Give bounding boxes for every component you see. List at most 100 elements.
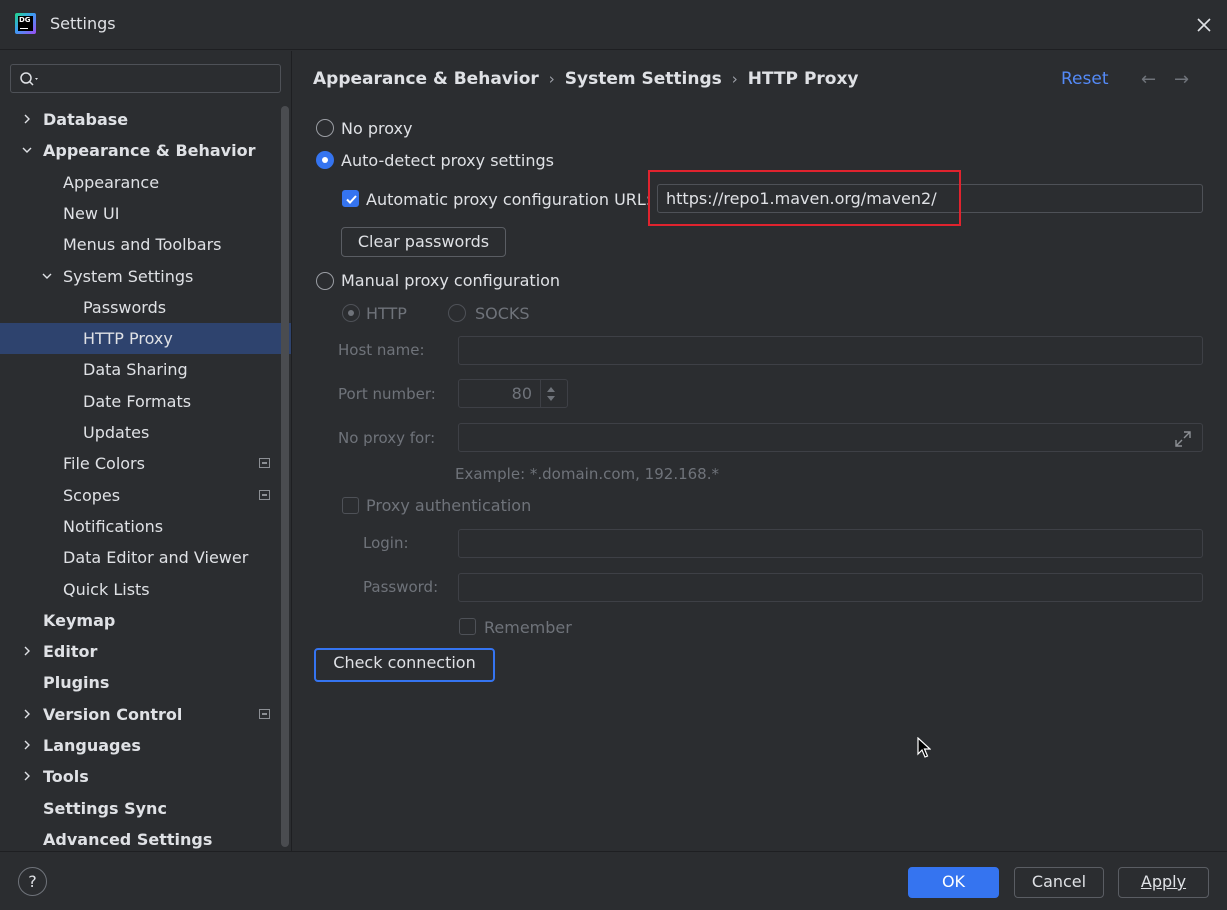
- auto-config-url-checkbox[interactable]: [342, 190, 359, 207]
- sidebar-item-version-control[interactable]: Version Control: [0, 699, 291, 730]
- password-label: Password:: [363, 578, 439, 596]
- sidebar-item-updates[interactable]: Updates: [0, 417, 291, 448]
- host-name-label: Host name:: [338, 341, 425, 359]
- sidebar-item-notifications[interactable]: Notifications: [0, 511, 291, 542]
- sidebar-item-appearance[interactable]: Appearance: [0, 167, 291, 198]
- http-label: HTTP: [366, 304, 407, 323]
- auto-config-url-label: Automatic proxy configuration URL:: [366, 190, 652, 209]
- breadcrumb-separator: ›: [548, 70, 555, 88]
- sidebar-item-quick-lists[interactable]: Quick Lists: [0, 574, 291, 605]
- ok-button[interactable]: OK: [908, 867, 999, 898]
- sidebar-item-label: HTTP Proxy: [83, 329, 173, 348]
- sidebar-item-system-settings[interactable]: System Settings: [0, 261, 291, 292]
- sidebar-item-label: Tools: [43, 767, 89, 786]
- chevron-right-icon[interactable]: [21, 645, 33, 657]
- chevron-right-icon[interactable]: [21, 770, 33, 782]
- sidebar-item-tools[interactable]: Tools: [0, 761, 291, 792]
- sidebar-item-keymap[interactable]: Keymap: [0, 605, 291, 636]
- check-connection-button[interactable]: Check connection: [314, 648, 495, 682]
- spinner-divider: [540, 380, 541, 407]
- sidebar-item-scopes[interactable]: Scopes: [0, 480, 291, 511]
- clear-passwords-button[interactable]: Clear passwords: [341, 227, 506, 257]
- no-proxy-for-input[interactable]: [458, 423, 1203, 452]
- sidebar-item-new-ui[interactable]: New UI: [0, 198, 291, 229]
- sidebar-item-data-sharing[interactable]: Data Sharing: [0, 354, 291, 385]
- search-field[interactable]: [10, 64, 281, 93]
- cancel-button[interactable]: Cancel: [1014, 867, 1104, 898]
- forward-arrow-icon[interactable]: →: [1174, 69, 1189, 90]
- title-bar: DG Settings: [0, 0, 1227, 50]
- apply-button[interactable]: Apply: [1118, 867, 1209, 898]
- sidebar-item-languages[interactable]: Languages: [0, 730, 291, 761]
- sidebar-item-label: Appearance & Behavior: [43, 141, 256, 160]
- socks-radio[interactable]: [448, 304, 466, 322]
- login-label: Login:: [363, 534, 409, 552]
- sidebar-item-label: Notifications: [63, 517, 164, 536]
- chevron-down-icon[interactable]: [21, 144, 33, 156]
- no-proxy-radio[interactable]: [316, 119, 334, 137]
- sidebar-item-date-formats[interactable]: Date Formats: [0, 386, 291, 417]
- remember-checkbox[interactable]: [459, 618, 476, 635]
- highlight-annotation-box: [648, 170, 961, 226]
- sidebar-item-http-proxy[interactable]: HTTP Proxy: [0, 323, 291, 354]
- sidebar-item-label: Passwords: [83, 298, 167, 317]
- sidebar-item-file-colors[interactable]: File Colors: [0, 448, 291, 479]
- manual-proxy-radio[interactable]: [316, 272, 334, 290]
- host-name-input[interactable]: [458, 336, 1203, 365]
- chevron-right-icon[interactable]: [21, 113, 33, 125]
- expand-icon[interactable]: [1174, 430, 1192, 448]
- search-input[interactable]: [45, 68, 275, 89]
- breadcrumb-system-settings[interactable]: System Settings: [565, 69, 722, 89]
- sidebar-item-label: Data Sharing: [83, 360, 188, 379]
- login-input[interactable]: [458, 529, 1203, 558]
- sidebar-item-data-editor-and-viewer[interactable]: Data Editor and Viewer: [0, 542, 291, 573]
- mouse-cursor-icon: [917, 737, 931, 758]
- help-button[interactable]: ?: [18, 867, 47, 896]
- sidebar-scrollbar[interactable]: [281, 106, 289, 847]
- sidebar-item-label: Editor: [43, 642, 98, 661]
- reset-link[interactable]: Reset: [1061, 69, 1109, 89]
- proxy-auth-label: Proxy authentication: [366, 496, 532, 515]
- sidebar-item-menus-and-toolbars[interactable]: Menus and Toolbars: [0, 229, 291, 260]
- settings-sidebar: Database Appearance & Behavior Appearance N…: [0, 51, 291, 851]
- no-proxy-example-text: Example: *.domain.com, 192.168.*: [455, 465, 719, 483]
- apply-button-label: Apply: [1140, 872, 1187, 891]
- breadcrumb-http-proxy: HTTP Proxy: [747, 69, 859, 89]
- password-input[interactable]: [458, 573, 1203, 602]
- chevron-right-icon[interactable]: [21, 739, 33, 751]
- sidebar-item-label: Appearance: [63, 173, 160, 192]
- auto-detect-label: Auto-detect proxy settings: [341, 151, 554, 170]
- no-proxy-label: No proxy: [341, 119, 413, 138]
- proxy-auth-checkbox[interactable]: [342, 497, 359, 514]
- sidebar-item-plugins[interactable]: Plugins: [0, 667, 291, 698]
- sidebar-item-passwords[interactable]: Passwords: [0, 292, 291, 323]
- dialog-footer: ? OK Cancel Apply: [0, 851, 1227, 910]
- sidebar-item-label: Plugins: [43, 673, 110, 692]
- window-title: Settings: [50, 14, 116, 33]
- close-icon[interactable]: [1193, 14, 1215, 36]
- breadcrumb-appearance-behavior[interactable]: Appearance & Behavior: [313, 69, 539, 89]
- http-radio[interactable]: [342, 304, 360, 322]
- sidebar-item-database[interactable]: Database: [0, 104, 291, 135]
- checkmark-icon: [346, 195, 357, 204]
- spinner-arrows-icon[interactable]: [545, 384, 557, 404]
- sidebar-item-label: System Settings: [63, 267, 194, 286]
- sidebar-item-label: Date Formats: [83, 392, 192, 411]
- sidebar-item-label: Updates: [83, 423, 150, 442]
- back-arrow-icon[interactable]: ←: [1141, 69, 1156, 90]
- sidebar-item-editor[interactable]: Editor: [0, 636, 291, 667]
- sidebar-item-label: New UI: [63, 204, 120, 223]
- chevron-right-icon[interactable]: [21, 708, 33, 720]
- sidebar-item-settings-sync[interactable]: Settings Sync: [0, 793, 291, 824]
- app-logo-icon: DG: [15, 13, 36, 34]
- no-proxy-for-label: No proxy for:: [338, 429, 436, 447]
- sidebar-item-label: Data Editor and Viewer: [63, 548, 249, 567]
- project-level-icon: [259, 709, 270, 719]
- breadcrumb: Appearance & Behavior › System Settings › HT…: [313, 69, 859, 89]
- manual-proxy-label: Manual proxy configuration: [341, 271, 561, 290]
- sidebar-item-appearance-behavior[interactable]: Appearance & Behavior: [0, 135, 291, 166]
- auto-detect-radio[interactable]: [316, 151, 334, 169]
- port-number-label: Port number:: [338, 385, 436, 403]
- project-level-icon: [259, 490, 270, 500]
- chevron-down-icon[interactable]: [41, 270, 53, 282]
